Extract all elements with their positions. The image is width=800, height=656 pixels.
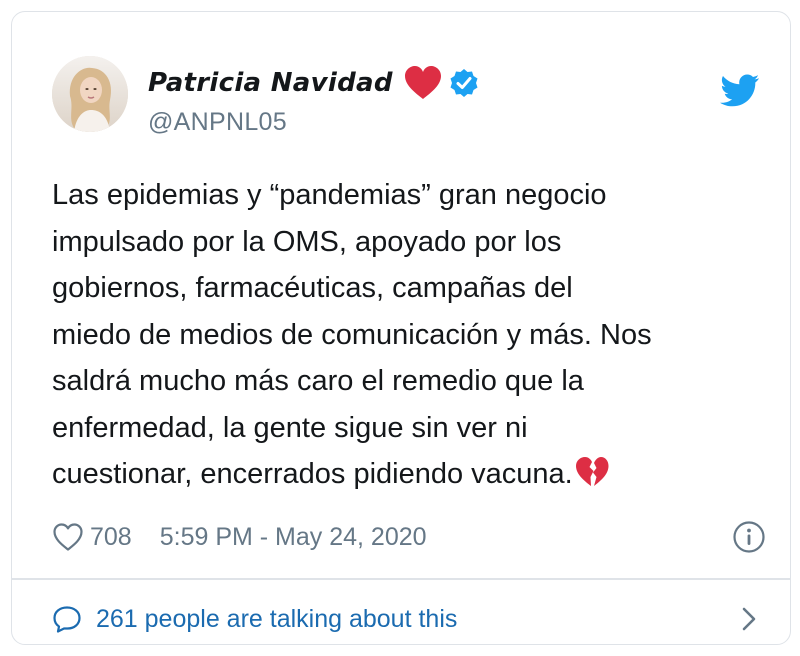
tweet-timestamp[interactable]: 5:59 PM - May 24, 2020	[160, 523, 427, 552]
display-name-row: Patricia Navidad	[148, 62, 479, 104]
chevron-right-icon	[742, 607, 756, 631]
author-handle[interactable]: @ANPNL05	[148, 108, 479, 137]
conversation-count-label: 261 people are talking about this	[96, 604, 458, 633]
author-names: Patricia Navidad @ANPNL05	[148, 62, 479, 137]
tweet-meta: 708 5:59 PM - May 24, 2020	[52, 512, 772, 562]
avatar[interactable]	[52, 56, 128, 132]
red-heart-icon	[404, 66, 441, 99]
broken-heart-icon	[575, 457, 609, 486]
tweet-card[interactable]: Patricia Navidad @ANPNL05 Las epidemias …	[11, 11, 791, 645]
like-count[interactable]: 708	[90, 523, 132, 552]
tweet-header: Patricia Navidad @ANPNL05	[52, 52, 762, 142]
author-display-name[interactable]: Patricia Navidad	[148, 68, 393, 98]
tweet-text: Las epidemias y “pandemias” gran negocio…	[52, 172, 772, 498]
tweet-body: Las epidemias y “pandemias” gran negocio…	[52, 179, 652, 490]
conversation-link[interactable]: 261 people are talking about this	[52, 596, 772, 642]
comment-bubble-icon	[53, 606, 81, 633]
info-icon[interactable]	[732, 520, 766, 554]
twitter-bird-icon[interactable]	[720, 74, 760, 108]
like-heart-icon[interactable]	[52, 522, 84, 552]
verified-badge-icon	[450, 69, 478, 97]
divider	[12, 578, 790, 580]
